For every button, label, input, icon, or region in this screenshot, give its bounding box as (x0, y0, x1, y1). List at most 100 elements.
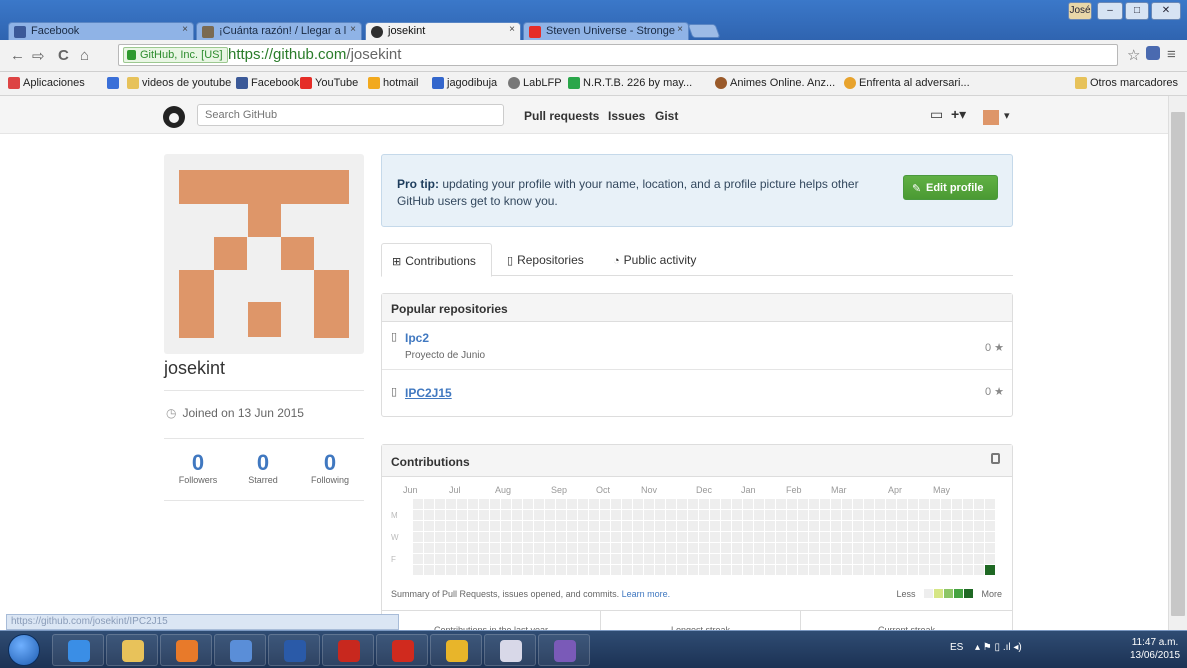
contribution-day-cell[interactable] (677, 543, 687, 553)
contribution-day-cell[interactable] (413, 499, 423, 509)
contribution-day-cell[interactable] (974, 565, 984, 575)
contribution-day-cell[interactable] (864, 543, 874, 553)
contribution-day-cell[interactable] (457, 521, 467, 531)
contribution-day-cell[interactable] (457, 499, 467, 509)
taskbar-app-snipping[interactable] (484, 634, 536, 666)
contribution-day-cell[interactable] (798, 521, 808, 531)
contribution-day-cell[interactable] (622, 543, 632, 553)
language-indicator[interactable]: ES (950, 642, 963, 653)
contribution-day-cell[interactable] (974, 532, 984, 542)
contribution-day-cell[interactable] (941, 565, 951, 575)
contribution-day-cell[interactable] (908, 554, 918, 564)
contribution-day-cell[interactable] (457, 554, 467, 564)
contribution-day-cell[interactable] (930, 565, 940, 575)
contribution-day-cell[interactable] (930, 554, 940, 564)
contribution-day-cell[interactable] (820, 554, 830, 564)
contribution-day-cell[interactable] (446, 565, 456, 575)
contribution-day-cell[interactable] (512, 510, 522, 520)
contribution-day-cell[interactable] (622, 510, 632, 520)
contribution-day-cell[interactable] (446, 554, 456, 564)
contribution-day-cell[interactable] (831, 543, 841, 553)
taskbar-app-word[interactable] (268, 634, 320, 666)
contribution-day-cell[interactable] (677, 532, 687, 542)
taskbar-app-chrome[interactable] (430, 634, 482, 666)
contribution-day-cell[interactable] (677, 554, 687, 564)
contribution-day-cell[interactable] (501, 521, 511, 531)
contribution-day-cell[interactable] (798, 565, 808, 575)
contribution-day-cell[interactable] (864, 565, 874, 575)
contribution-day-cell[interactable] (809, 565, 819, 575)
contribution-day-cell[interactable] (974, 543, 984, 553)
contribution-day-cell[interactable] (875, 565, 885, 575)
contribution-day-cell[interactable] (611, 521, 621, 531)
contribution-day-cell[interactable] (611, 543, 621, 553)
contribution-day-cell[interactable] (534, 532, 544, 542)
contribution-day-cell[interactable] (831, 499, 841, 509)
repo-stars[interactable]: 0 ★ (985, 385, 1004, 398)
contribution-day-cell[interactable] (963, 565, 973, 575)
contribution-day-cell[interactable] (688, 510, 698, 520)
contribution-day-cell[interactable] (743, 543, 753, 553)
contribution-day-cell[interactable] (853, 499, 863, 509)
contribution-day-cell[interactable] (952, 499, 962, 509)
contribution-day-cell[interactable] (831, 521, 841, 531)
contribution-day-cell[interactable] (820, 521, 830, 531)
contribution-day-cell[interactable] (864, 554, 874, 564)
contribution-day-cell[interactable] (501, 543, 511, 553)
contribution-day-cell[interactable] (413, 532, 423, 542)
contribution-day-cell[interactable] (501, 510, 511, 520)
contribution-day-cell[interactable] (743, 554, 753, 564)
bookmark-facebook[interactable]: Facebook (236, 77, 299, 89)
contribution-day-cell[interactable] (941, 521, 951, 531)
profile-avatar[interactable] (164, 154, 364, 354)
contribution-day-cell[interactable] (523, 510, 533, 520)
repo-stars[interactable]: 0 ★ (985, 341, 1004, 354)
contribution-day-cell[interactable] (853, 532, 863, 542)
contribution-day-cell[interactable] (831, 554, 841, 564)
contribution-day-cell[interactable] (886, 565, 896, 575)
contribution-day-cell[interactable] (611, 510, 621, 520)
repo-name[interactable]: Ipc2 (405, 331, 429, 345)
contribution-day-cell[interactable] (787, 543, 797, 553)
contribution-day-cell[interactable] (501, 554, 511, 564)
contribution-day-cell[interactable] (589, 510, 599, 520)
contribution-day-cell[interactable] (523, 543, 533, 553)
contribution-day-cell[interactable] (732, 543, 742, 553)
chevron-down-icon[interactable]: ▾ (1004, 109, 1010, 122)
contribution-day-cell[interactable] (589, 499, 599, 509)
contribution-day-cell[interactable] (699, 554, 709, 564)
contribution-day-cell[interactable] (930, 510, 940, 520)
contribution-day-cell[interactable] (908, 543, 918, 553)
nav-issues[interactable]: Issues (608, 109, 645, 123)
taskbar-app-ie[interactable] (52, 634, 104, 666)
contribution-day-cell[interactable] (798, 510, 808, 520)
contribution-day-cell[interactable] (897, 532, 907, 542)
contribution-day-cell[interactable] (457, 565, 467, 575)
contribution-day-cell[interactable] (479, 521, 489, 531)
contribution-day-cell[interactable] (589, 532, 599, 542)
contribution-day-cell[interactable] (424, 499, 434, 509)
contribution-day-cell[interactable] (666, 499, 676, 509)
contribution-day-cell[interactable] (688, 543, 698, 553)
contribution-day-cell[interactable] (446, 521, 456, 531)
contribution-day-cell[interactable] (512, 532, 522, 542)
bookmark-enfrenta[interactable]: Enfrenta al adversari... (844, 77, 970, 89)
contribution-day-cell[interactable] (798, 532, 808, 542)
contribution-day-cell[interactable] (589, 554, 599, 564)
contribution-day-cell[interactable] (886, 521, 896, 531)
contribution-day-cell[interactable] (710, 543, 720, 553)
contribution-day-cell[interactable] (512, 565, 522, 575)
contribution-day-cell[interactable] (941, 532, 951, 542)
contribution-day-cell[interactable] (435, 554, 445, 564)
contribution-day-cell[interactable] (501, 565, 511, 575)
taskbar-app-media[interactable] (160, 634, 212, 666)
contribution-day-cell[interactable] (435, 532, 445, 542)
contribution-day-cell[interactable] (611, 565, 621, 575)
contribution-day-cell[interactable] (446, 510, 456, 520)
contribution-day-cell[interactable] (578, 554, 588, 564)
contribution-day-cell[interactable] (424, 565, 434, 575)
contribution-day-cell[interactable] (644, 565, 654, 575)
contribution-day-cell[interactable] (468, 554, 478, 564)
contribution-day-cell[interactable] (776, 499, 786, 509)
contribution-day-cell[interactable] (754, 532, 764, 542)
